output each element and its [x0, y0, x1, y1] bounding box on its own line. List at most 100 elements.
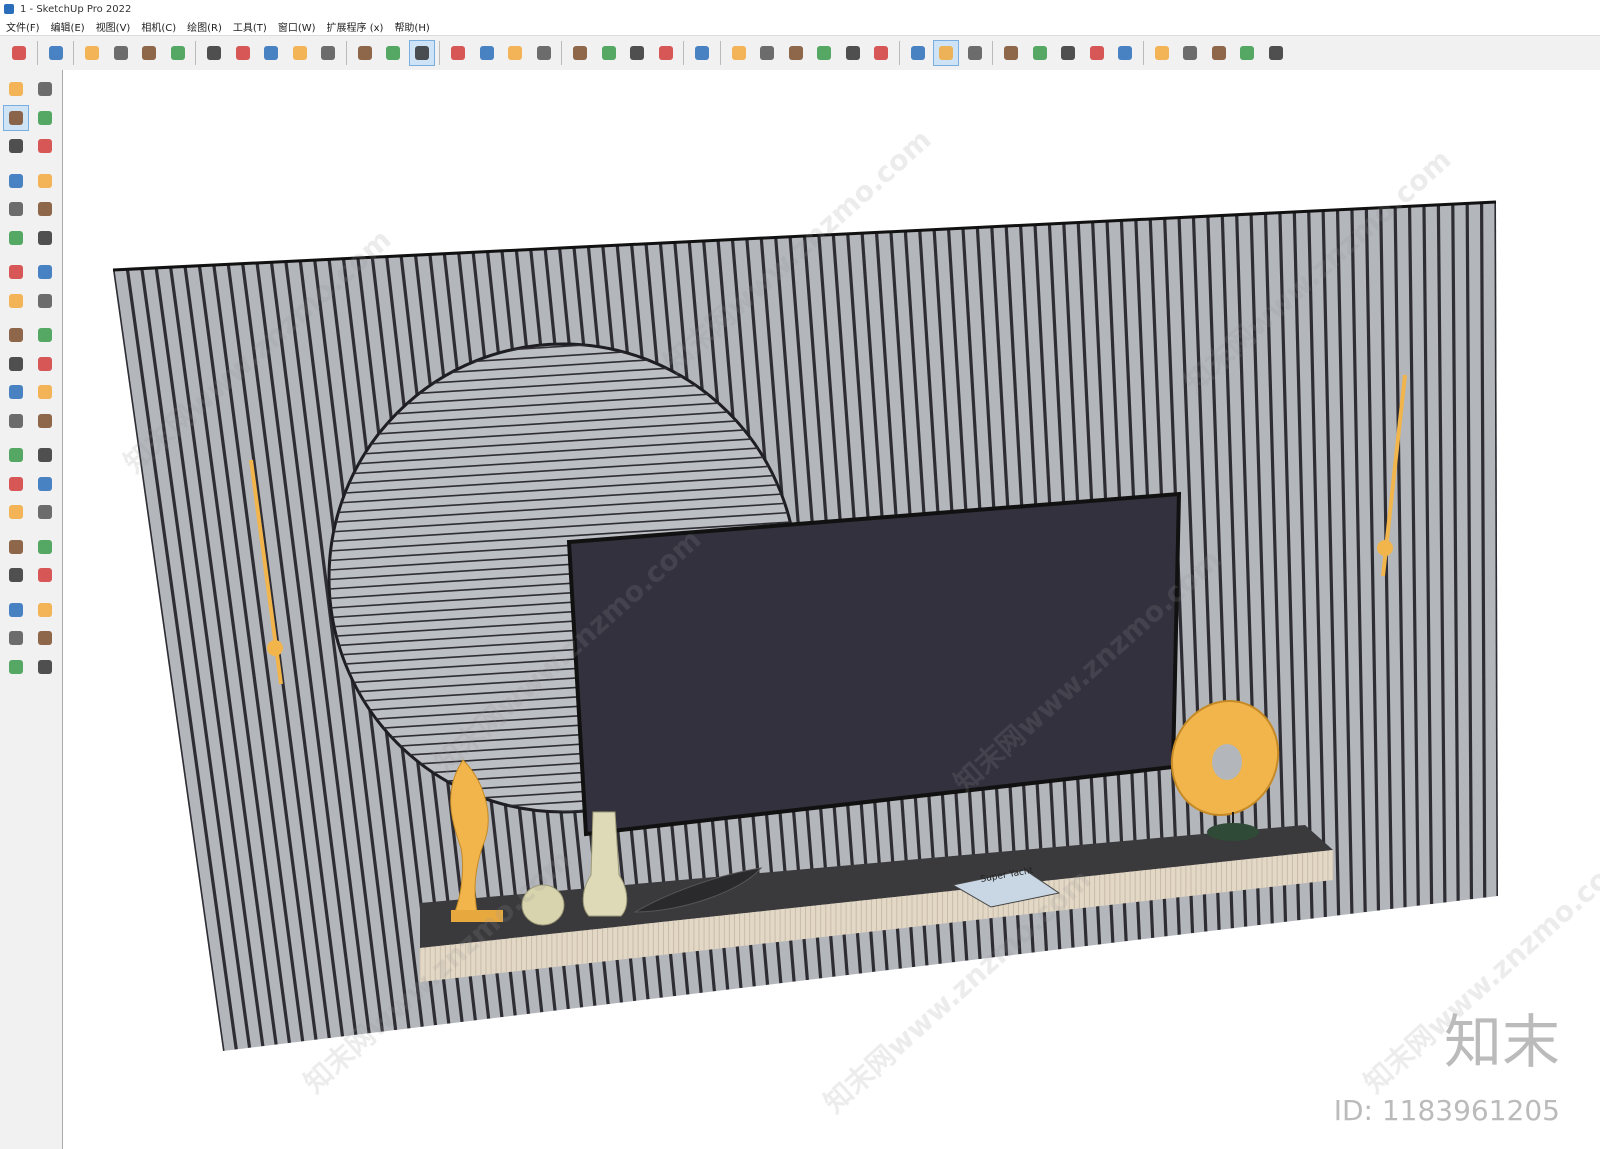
front-view-icon[interactable]	[754, 40, 780, 66]
menu-item[interactable]: 窗口(W)	[278, 19, 316, 34]
walk-tool-icon[interactable]	[3, 597, 29, 623]
pie-tool-icon[interactable]	[32, 259, 58, 285]
toolbar-separator	[195, 41, 196, 65]
dimension-tool-icon[interactable]	[32, 442, 58, 468]
stamp-tool-icon[interactable]	[3, 654, 29, 680]
menu-item[interactable]: 编辑(E)	[51, 19, 85, 34]
layers-icon[interactable]	[624, 40, 650, 66]
warehouse-icon[interactable]	[567, 40, 593, 66]
section-plane-tool-icon[interactable]	[32, 597, 58, 623]
pan-icon[interactable]	[474, 40, 500, 66]
text-tool-icon[interactable]	[32, 408, 58, 434]
ring-hole	[1212, 744, 1242, 780]
arc-3pt-tool-icon[interactable]	[3, 288, 29, 314]
sketchup-app-icon	[4, 4, 14, 14]
select-tool-icon[interactable]	[3, 76, 29, 102]
arc-tool-icon[interactable]	[3, 259, 29, 285]
scenes-icon[interactable]	[1177, 40, 1203, 66]
back-view-icon[interactable]	[811, 40, 837, 66]
eraser-tool-icon[interactable]	[32, 105, 58, 131]
orbit-tool-icon[interactable]	[3, 471, 29, 497]
menu-item[interactable]: 工具(T)	[233, 19, 267, 34]
zoom-extents-icon[interactable]	[531, 40, 557, 66]
sandbox-tool-icon[interactable]	[3, 625, 29, 651]
drape-tool-icon[interactable]	[32, 654, 58, 680]
toolbar-separator	[719, 41, 721, 65]
fog-icon[interactable]	[1055, 40, 1081, 66]
eraser-icon[interactable]	[79, 40, 105, 66]
position-camera-tool-icon[interactable]	[3, 562, 29, 588]
pencil-tool-icon[interactable]	[3, 168, 29, 194]
freehand-tool-icon[interactable]	[32, 168, 58, 194]
tape-icon[interactable]	[352, 40, 378, 66]
match-photo-icon[interactable]	[1084, 40, 1110, 66]
offset-tool-icon[interactable]	[32, 379, 58, 405]
paint-bucket-icon[interactable]	[408, 40, 435, 66]
rotate-icon[interactable]	[287, 40, 313, 66]
menu-bar: 文件(F) 编辑(E) 视图(V) 相机(C) 绘图(R) 工具(T) 窗口(W) 扩展程序 …	[0, 18, 1600, 34]
info-icon[interactable]	[1206, 40, 1232, 66]
zoom-icon[interactable]	[6, 40, 32, 66]
top-view-icon[interactable]	[783, 40, 809, 66]
rotated-rect-tool-icon[interactable]	[32, 196, 58, 222]
push-pull-tool-icon[interactable]	[32, 322, 58, 348]
account-icon[interactable]	[689, 40, 715, 66]
shadow-icon[interactable]	[1027, 40, 1053, 66]
smoove-tool-icon[interactable]	[32, 625, 58, 651]
polygon-tool-icon[interactable]	[32, 225, 58, 251]
previous-tool-icon[interactable]	[32, 534, 58, 560]
iso-view-icon[interactable]	[726, 40, 752, 66]
menu-item[interactable]: 视图(V)	[96, 19, 131, 34]
move-tool-icon[interactable]	[3, 322, 29, 348]
zoom-tool-icon[interactable]	[3, 499, 29, 525]
circle-tool-icon[interactable]	[3, 225, 29, 251]
menu-item[interactable]: 相机(C)	[141, 19, 176, 34]
zoom-window-tool-icon[interactable]	[32, 499, 58, 525]
pan-tool-icon[interactable]	[32, 471, 58, 497]
axes-tool-icon[interactable]	[3, 442, 29, 468]
left-lamp-knob	[267, 640, 283, 656]
tape-measure-tool-icon[interactable]	[3, 408, 29, 434]
outliner-icon[interactable]	[933, 40, 959, 66]
scale-tool-icon[interactable]	[3, 379, 29, 405]
follow-me-icon[interactable]	[230, 40, 256, 66]
rotate-tool-icon[interactable]	[3, 351, 29, 377]
line-icon[interactable]	[108, 40, 134, 66]
right-view-icon[interactable]	[868, 40, 894, 66]
add-location-icon[interactable]	[998, 40, 1024, 66]
menu-item[interactable]: 帮助(H)	[394, 19, 429, 34]
rectangle-icon[interactable]	[165, 40, 191, 66]
select-icon[interactable]	[43, 40, 69, 66]
menu-item[interactable]: 扩展程序 (x)	[327, 19, 384, 34]
zoom-extents-tool-icon[interactable]	[3, 534, 29, 560]
sandbox-icon[interactable]	[596, 40, 622, 66]
model-viewport[interactable]: Super Yacht 知末网www.znzmo.com 知末网www.znzm…	[63, 70, 1600, 1149]
scale-icon[interactable]	[315, 40, 341, 66]
user-icon[interactable]	[1263, 40, 1289, 66]
tape-tool-icon[interactable]	[32, 133, 58, 159]
move-icon[interactable]	[258, 40, 284, 66]
cart-icon[interactable]	[1234, 40, 1260, 66]
cloud-icon[interactable]	[1112, 40, 1138, 66]
settings-icon[interactable]	[1149, 40, 1175, 66]
push-pull-icon[interactable]	[201, 40, 227, 66]
section-icon[interactable]	[905, 40, 931, 66]
components-icon[interactable]	[962, 40, 988, 66]
main-toolbar	[0, 35, 1600, 71]
styles-icon[interactable]	[653, 40, 679, 66]
protractor-tool-icon[interactable]	[32, 288, 58, 314]
arc-icon[interactable]	[136, 40, 162, 66]
rectangle-tool-icon[interactable]	[3, 196, 29, 222]
text-icon[interactable]	[380, 40, 406, 66]
menu-item[interactable]: 文件(F)	[6, 19, 40, 34]
orbit-icon[interactable]	[445, 40, 471, 66]
look-around-tool-icon[interactable]	[32, 562, 58, 588]
menu-item[interactable]: 绘图(R)	[187, 19, 222, 34]
component-tool-icon[interactable]	[3, 133, 29, 159]
follow-me-tool-icon[interactable]	[32, 351, 58, 377]
paint-tool-icon[interactable]	[3, 104, 29, 131]
brand-watermark: 知末	[1443, 1008, 1560, 1076]
zoom-window-icon[interactable]	[502, 40, 528, 66]
orbit-tool-icon[interactable]	[32, 76, 58, 102]
left-view-icon[interactable]	[840, 40, 866, 66]
